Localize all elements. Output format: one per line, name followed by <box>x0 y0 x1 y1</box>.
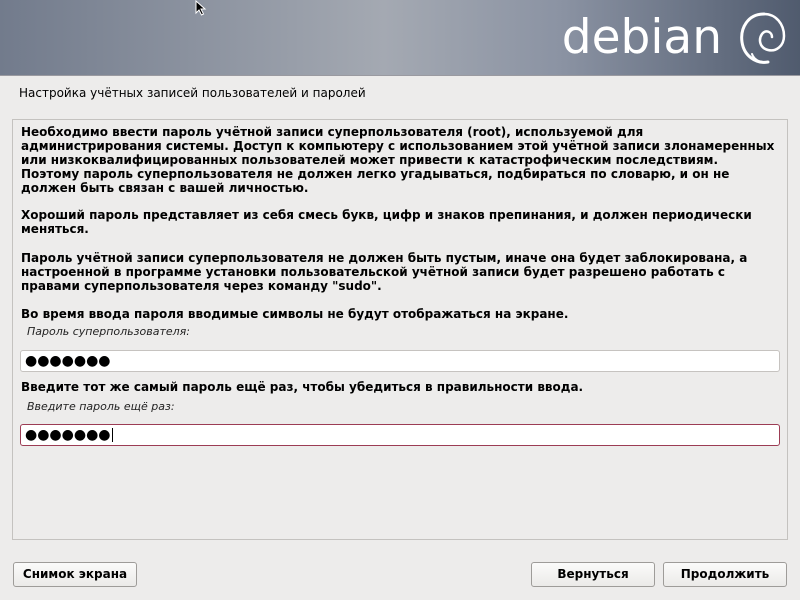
root-password-label: Пароль суперпользователя: <box>27 325 191 338</box>
screenshot-button[interactable]: Снимок экрана <box>13 562 137 587</box>
root-password-value: ●●●●●●● <box>25 353 111 369</box>
debian-logo-text: debian <box>561 10 722 65</box>
mouse-pointer-icon <box>195 0 207 16</box>
confirm-password-label: Введите пароль ещё раз: <box>27 400 175 413</box>
paragraph-good-password: Хороший пароль представляет из себя смес… <box>21 208 752 236</box>
text-caret <box>111 428 113 442</box>
banner-divider <box>0 75 800 76</box>
paragraph-empty-password: Пароль учётной записи суперпользователя … <box>21 251 748 293</box>
continue-button[interactable]: Продолжить <box>663 562 787 587</box>
paragraph-intro: Необходимо ввести пароль учётной записи … <box>21 125 775 195</box>
root-password-input[interactable]: ●●●●●●● <box>20 350 780 372</box>
confirm-password-value: ●●●●●●● <box>25 427 111 443</box>
debian-swirl-icon <box>740 12 786 64</box>
debian-banner: debian <box>0 0 800 75</box>
back-button[interactable]: Вернуться <box>531 562 655 587</box>
confirm-password-prompt: Введите тот же самый пароль ещё раз, что… <box>21 380 584 394</box>
confirm-password-input[interactable]: ●●●●●●● <box>20 424 780 446</box>
page-title: Настройка учётных записей пользователей … <box>19 86 366 100</box>
paragraph-hidden-input: Во время ввода пароля вводимые символы н… <box>21 307 569 321</box>
